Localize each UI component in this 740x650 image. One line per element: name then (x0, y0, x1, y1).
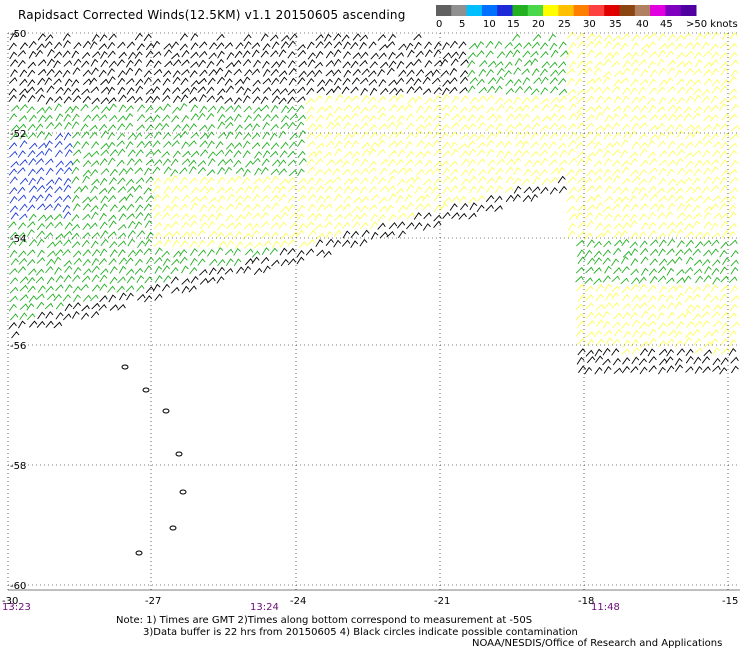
longitude-label: -24 (290, 596, 306, 607)
latitude-label: -58 (10, 461, 26, 472)
wind-barbs-layer (8, 31, 740, 375)
latitude-label: -60 (10, 581, 26, 592)
latitude-label: -50 (10, 29, 26, 40)
note-line-1: Note: 1) Times are GMT 2)Times along bot… (116, 615, 533, 626)
credit-text: NOAA/NESDIS/Office of Research and Appli… (472, 638, 723, 649)
wind-barb-group (152, 31, 740, 355)
time-label: 13:24 (250, 602, 279, 613)
longitude-label: -21 (434, 596, 450, 607)
wind-barb-group (8, 132, 74, 220)
note-line-2: 3)Data buffer is 22 hrs from 20150605 4)… (143, 627, 578, 638)
island-outlines (121, 364, 187, 556)
wind-barb-group (8, 32, 739, 375)
time-label: 11:48 (591, 602, 620, 613)
longitude-label: -27 (145, 596, 161, 607)
time-label: 13:23 (2, 602, 31, 613)
longitude-label: -15 (722, 596, 738, 607)
wind-map[interactable]: -50-52-54-56-58-60-30 -27 -24 -21 -18 -1513:2… (0, 0, 740, 650)
latitude-label: -52 (10, 129, 26, 140)
latitude-label: -56 (10, 341, 26, 352)
latitude-label: -54 (10, 234, 26, 245)
